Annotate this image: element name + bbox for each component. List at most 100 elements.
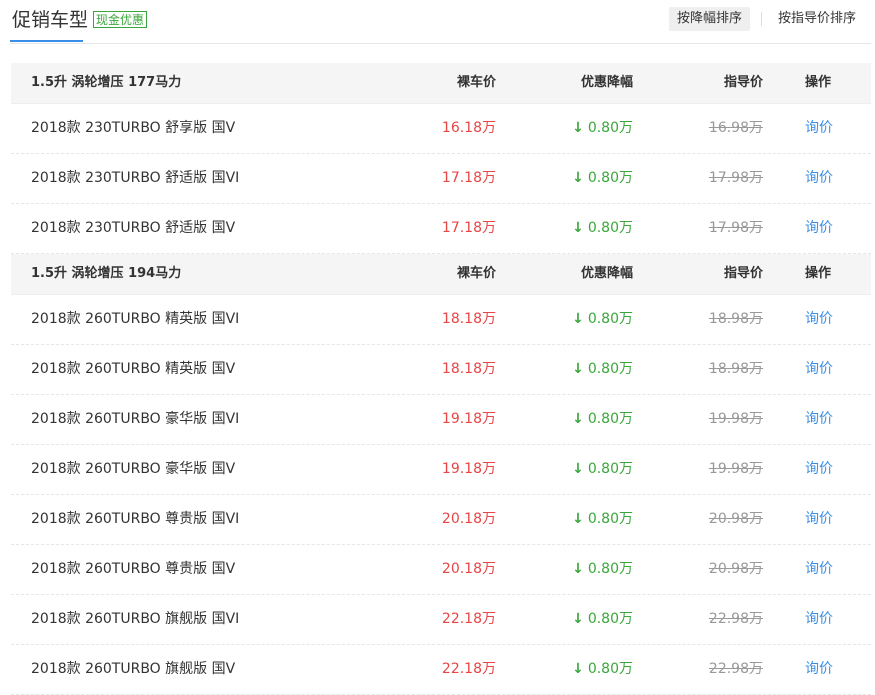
- model-name: 2018款 260TURBO 精英版 国VI: [31, 311, 240, 327]
- inquire-link[interactable]: 询价: [805, 395, 833, 444]
- bare-price: 20.18万: [441, 561, 496, 577]
- down-arrow-icon: ↓: [572, 220, 584, 236]
- model-name: 2018款 260TURBO 尊贵版 国VI: [31, 511, 240, 527]
- discount-amount: ↓ 0.80万: [572, 104, 633, 153]
- discount-value: 0.80万: [587, 170, 633, 186]
- down-arrow-icon: ↓: [572, 411, 584, 427]
- inquire-link[interactable]: 询价: [805, 545, 833, 594]
- bare-price: 22.18万: [441, 611, 496, 627]
- discount-value: 0.80万: [587, 411, 633, 427]
- guide-price: 22.98万: [708, 611, 763, 627]
- table-row: 2018款 260TURBO 尊贵版 国VI 20.18万 ↓ 0.80万 20.98万…: [11, 495, 871, 545]
- column-header-op: 操作: [805, 75, 832, 90]
- bare-price: 18.18万: [441, 361, 496, 377]
- page-title: 促销车型: [12, 9, 89, 31]
- model-name: 2018款 230TURBO 舒适版 国V: [31, 220, 236, 236]
- down-arrow-icon: ↓: [572, 120, 584, 136]
- guide-price: 19.98万: [708, 411, 763, 427]
- inquire-link[interactable]: 询价: [805, 595, 833, 644]
- column-header-price: 裸车价: [456, 266, 496, 281]
- header: 促销车型 现金优惠 按降幅排序 按指导价排序: [10, 0, 871, 44]
- down-arrow-icon: ↓: [572, 361, 584, 377]
- table-row: 2018款 230TURBO 舒享版 国V 16.18万 ↓ 0.80万 16.98万 询…: [11, 104, 871, 154]
- guide-price: 18.98万: [708, 361, 763, 377]
- inquire-link[interactable]: 询价: [805, 645, 833, 694]
- inquire-link[interactable]: 询价: [805, 204, 833, 253]
- discount-amount: ↓ 0.80万: [572, 395, 633, 444]
- down-arrow-icon: ↓: [572, 561, 584, 577]
- table-row: 2018款 260TURBO 豪华版 国V 19.18万 ↓ 0.80万 19.98万 询…: [11, 445, 871, 495]
- bare-price: 17.18万: [441, 170, 496, 186]
- discount-amount: ↓ 0.80万: [572, 345, 633, 394]
- discount-amount: ↓ 0.80万: [572, 645, 633, 694]
- down-arrow-icon: ↓: [572, 661, 584, 677]
- discount-value: 0.80万: [587, 561, 633, 577]
- model-name: 2018款 260TURBO 尊贵版 国V: [31, 561, 236, 577]
- inquire-link[interactable]: 询价: [805, 345, 833, 394]
- down-arrow-icon: ↓: [572, 461, 584, 477]
- bare-price: 19.18万: [441, 411, 496, 427]
- bare-price: 19.18万: [441, 461, 496, 477]
- table-row: 2018款 230TURBO 舒适版 国VI 17.18万 ↓ 0.80万 17.98万…: [11, 154, 871, 204]
- table-row: 2018款 260TURBO 尊贵版 国V 20.18万 ↓ 0.80万 20.98万 询…: [11, 545, 871, 595]
- column-header-discount: 优惠降幅: [580, 266, 633, 281]
- discount-amount: ↓ 0.80万: [572, 204, 633, 253]
- discount-amount: ↓ 0.80万: [572, 445, 633, 494]
- bare-price: 16.18万: [441, 120, 496, 136]
- table-row: 2018款 260TURBO 精英版 国V 18.18万 ↓ 0.80万 18.98万 询…: [11, 345, 871, 395]
- down-arrow-icon: ↓: [572, 311, 584, 327]
- discount-amount: ↓ 0.80万: [572, 295, 633, 344]
- guide-price: 17.98万: [708, 170, 763, 186]
- discount-value: 0.80万: [587, 311, 633, 327]
- table-row: 2018款 260TURBO 旗舰版 国VI 22.18万 ↓ 0.80万 22.98万…: [11, 595, 871, 645]
- table-row: 2018款 260TURBO 豪华版 国VI 19.18万 ↓ 0.80万 19.98万…: [11, 395, 871, 445]
- table-row: 2018款 230TURBO 舒适版 国V 17.18万 ↓ 0.80万 17.98万 询…: [11, 204, 871, 254]
- inquire-link[interactable]: 询价: [805, 445, 833, 494]
- guide-price: 17.98万: [708, 220, 763, 236]
- discount-value: 0.80万: [587, 661, 633, 677]
- bare-price: 18.18万: [441, 311, 496, 327]
- model-name: 2018款 260TURBO 旗舰版 国V: [31, 661, 236, 677]
- discount-value: 0.80万: [587, 611, 633, 627]
- column-header-guide: 指导价: [723, 75, 763, 90]
- discount-amount: ↓ 0.80万: [572, 495, 633, 544]
- guide-price: 20.98万: [708, 561, 763, 577]
- model-name: 2018款 260TURBO 精英版 国V: [31, 361, 236, 377]
- sort-by-discount-button[interactable]: 按降幅排序: [669, 7, 751, 31]
- inquire-link[interactable]: 询价: [805, 495, 833, 544]
- down-arrow-icon: ↓: [572, 611, 584, 627]
- cash-discount-badge: 现金优惠: [93, 11, 148, 28]
- discount-value: 0.80万: [587, 361, 633, 377]
- discount-value: 0.80万: [587, 511, 633, 527]
- sort-by-guide-price-button[interactable]: 按指导价排序: [770, 7, 864, 31]
- discount-value: 0.80万: [587, 220, 633, 236]
- guide-price: 16.98万: [708, 120, 763, 136]
- bare-price: 17.18万: [441, 220, 496, 236]
- promo-table: 1.5升 涡轮增压 177马力 裸车价 优惠降幅 指导价 操作 2018款 230TURB…: [11, 63, 871, 695]
- discount-amount: ↓ 0.80万: [572, 545, 633, 594]
- column-header-guide: 指导价: [723, 266, 763, 281]
- bare-price: 20.18万: [441, 511, 496, 527]
- discount-value: 0.80万: [587, 461, 633, 477]
- title-underline: [10, 40, 83, 42]
- guide-price: 20.98万: [708, 511, 763, 527]
- column-header-op: 操作: [805, 266, 832, 281]
- engine-spec: 1.5升 涡轮增压 177马力: [31, 75, 182, 90]
- discount-amount: ↓ 0.80万: [572, 154, 633, 203]
- model-name: 2018款 260TURBO 旗舰版 国VI: [31, 611, 240, 627]
- inquire-link[interactable]: 询价: [805, 104, 833, 153]
- table-row: 2018款 260TURBO 旗舰版 国V 22.18万 ↓ 0.80万 22.98万 询…: [11, 645, 871, 695]
- inquire-link[interactable]: 询价: [805, 295, 833, 344]
- inquire-link[interactable]: 询价: [805, 154, 833, 203]
- down-arrow-icon: ↓: [572, 511, 584, 527]
- engine-spec: 1.5升 涡轮增压 194马力: [31, 266, 182, 281]
- divider: [761, 12, 762, 26]
- model-name: 2018款 260TURBO 豪华版 国V: [31, 461, 236, 477]
- bare-price: 22.18万: [441, 661, 496, 677]
- guide-price: 18.98万: [708, 311, 763, 327]
- discount-amount: ↓ 0.80万: [572, 595, 633, 644]
- column-header-price: 裸车价: [456, 75, 496, 90]
- table-row: 2018款 260TURBO 精英版 国VI 18.18万 ↓ 0.80万 18.98万…: [11, 295, 871, 345]
- column-header-discount: 优惠降幅: [580, 75, 633, 90]
- guide-price: 22.98万: [708, 661, 763, 677]
